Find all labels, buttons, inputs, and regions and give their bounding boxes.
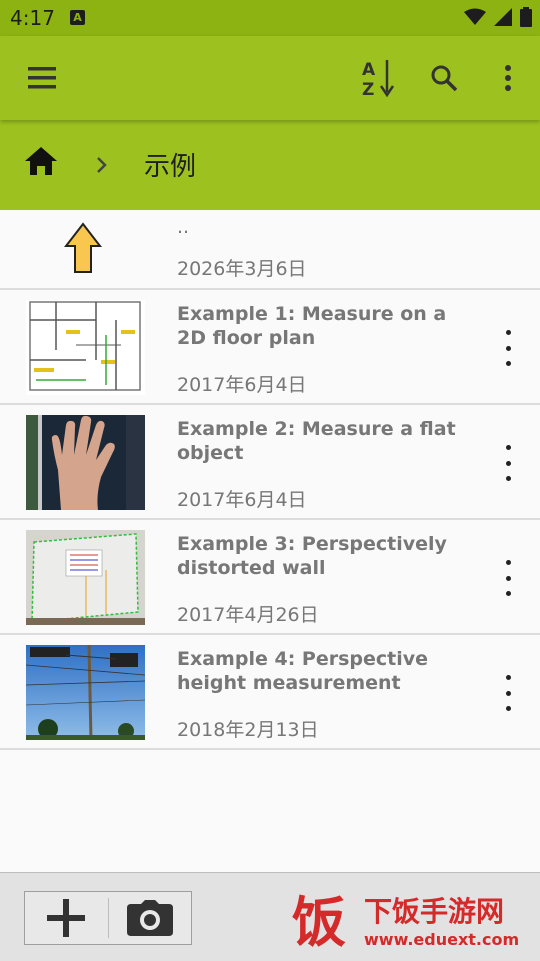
item-more-button[interactable] [496, 445, 520, 481]
more-vertical-icon [505, 65, 511, 91]
svg-text:Z: Z [362, 80, 374, 98]
up-arrow-icon [64, 222, 102, 273]
camera-button[interactable] [109, 892, 192, 944]
file-list: .. 2026年3月6日 Example 1: Measure on a 2D … [0, 210, 540, 750]
wifi-icon [464, 8, 486, 25]
search-icon [431, 65, 458, 92]
watermark-logo: 饭 下饭手游网 www.eduext.com [292, 887, 522, 957]
parent-directory-row[interactable]: .. 2026年3月6日 [0, 210, 540, 290]
bottom-bar: 饭 下饭手游网 www.eduext.com [0, 872, 540, 961]
watermark-text: 下饭手游网 [364, 895, 504, 928]
app-toolbar: A Z [0, 36, 540, 120]
parent-directory-date: 2026年3月6日 [177, 258, 307, 280]
breadcrumb-current[interactable]: 示例 [144, 146, 196, 183]
home-icon [25, 147, 57, 175]
hand-thumbnail [26, 415, 145, 510]
system-icons [464, 7, 532, 27]
overflow-menu-button[interactable] [486, 56, 530, 100]
wall-thumbnail [26, 530, 145, 625]
file-date: 2017年6月4日 [177, 374, 307, 396]
breadcrumb-home[interactable] [24, 146, 60, 182]
plus-icon [47, 899, 86, 937]
bottom-action-group [24, 891, 192, 945]
sort-button[interactable]: A Z [356, 56, 400, 100]
parent-directory-name: .. [177, 216, 190, 238]
sort-az-icon: A Z [362, 60, 395, 98]
item-more-button[interactable] [496, 560, 520, 596]
list-item[interactable]: Example 2: Measure a flat object 2017年6月… [0, 405, 540, 520]
floor-plan-thumbnail [26, 300, 145, 395]
file-title: Example 2: Measure a flat object [177, 418, 456, 464]
signal-icon [494, 8, 512, 26]
pole-thumbnail [26, 645, 145, 740]
hamburger-menu-icon [28, 67, 56, 89]
menu-button[interactable] [20, 56, 64, 100]
add-button[interactable] [25, 892, 108, 944]
status-bar: 4:17 A [0, 0, 540, 36]
file-title: Example 1: Measure on a 2D floor plan [177, 303, 447, 349]
item-more-button[interactable] [496, 330, 520, 366]
list-item[interactable]: Example 1: Measure on a 2D floor plan 20… [0, 290, 540, 405]
svg-text:饭: 饭 [292, 891, 346, 954]
file-title: Example 3: Perspectively distorted wall [177, 533, 447, 579]
file-title: Example 4: Perspective height measuremen… [177, 648, 429, 694]
battery-icon [520, 7, 532, 27]
item-more-button[interactable] [496, 675, 520, 711]
status-time: 4:17 [10, 6, 55, 30]
watermark-url: www.eduext.com [364, 930, 519, 949]
chevron-right-icon [97, 157, 107, 173]
list-item[interactable]: Example 3: Perspectively distorted wall … [0, 520, 540, 635]
list-item[interactable]: Example 4: Perspective height measuremen… [0, 635, 540, 750]
breadcrumb: 示例 [0, 120, 540, 210]
camera-icon [126, 900, 173, 936]
search-button[interactable] [422, 56, 466, 100]
file-date: 2018年2月13日 [177, 719, 319, 741]
file-date: 2017年4月26日 [177, 604, 319, 626]
file-date: 2017年6月4日 [177, 489, 307, 511]
notification-icon: A [70, 10, 85, 25]
svg-text:A: A [362, 60, 376, 80]
